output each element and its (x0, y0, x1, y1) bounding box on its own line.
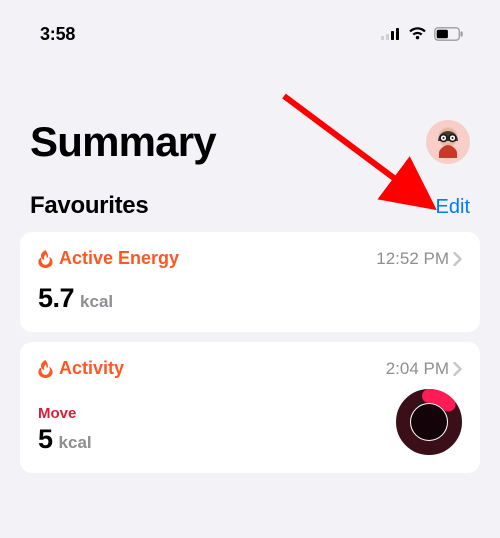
value-unit: kcal (80, 292, 113, 312)
status-time: 3:58 (40, 24, 75, 45)
card-title: Active Energy (38, 248, 179, 269)
card-title-text: Active Energy (59, 248, 179, 269)
card-time: 2:04 PM (386, 359, 462, 379)
card-left: Move 5 kcal (38, 395, 92, 455)
cellular-icon (381, 28, 401, 40)
chevron-right-icon (453, 362, 462, 376)
value-number: 5.7 (38, 283, 74, 314)
value-number: 5 (38, 424, 53, 455)
card-title: Activity (38, 358, 124, 379)
summary-screen: 3:58 Summary (0, 0, 500, 538)
card-title-text: Activity (59, 358, 124, 379)
chevron-right-icon (453, 252, 462, 266)
card-header-row: Activity 2:04 PM (38, 358, 462, 379)
value-unit: kcal (59, 433, 92, 453)
header: Summary (0, 48, 500, 166)
battery-icon (434, 27, 464, 41)
activity-ring-icon (396, 389, 462, 455)
status-bar: 3:58 (0, 0, 500, 48)
avatar-memoji-icon (426, 120, 470, 164)
favourites-list: Active Energy 12:52 PM 5.7 kcal (0, 232, 500, 473)
wifi-icon (408, 27, 427, 41)
edit-button[interactable]: Edit (436, 196, 470, 219)
flame-icon (38, 360, 53, 378)
card-time: 12:52 PM (376, 249, 462, 269)
page-title: Summary (30, 118, 216, 166)
favourites-header: Favourites Edit (0, 166, 500, 232)
card-time-text: 12:52 PM (376, 249, 449, 269)
active-energy-card[interactable]: Active Energy 12:52 PM 5.7 kcal (20, 232, 480, 332)
card-time-text: 2:04 PM (386, 359, 449, 379)
move-label: Move (38, 405, 92, 422)
value-block: 5 kcal (38, 424, 92, 455)
card-header-row: Active Energy 12:52 PM (38, 248, 462, 269)
favourites-title: Favourites (30, 192, 148, 220)
profile-avatar-button[interactable] (426, 120, 470, 164)
flame-icon (38, 250, 53, 268)
activity-card[interactable]: Activity 2:04 PM Move 5 kcal (20, 342, 480, 473)
card-body: 5.7 kcal (38, 283, 462, 314)
value-block: 5.7 kcal (38, 283, 113, 314)
card-body: Move 5 kcal (38, 393, 462, 455)
status-icons (381, 27, 464, 41)
